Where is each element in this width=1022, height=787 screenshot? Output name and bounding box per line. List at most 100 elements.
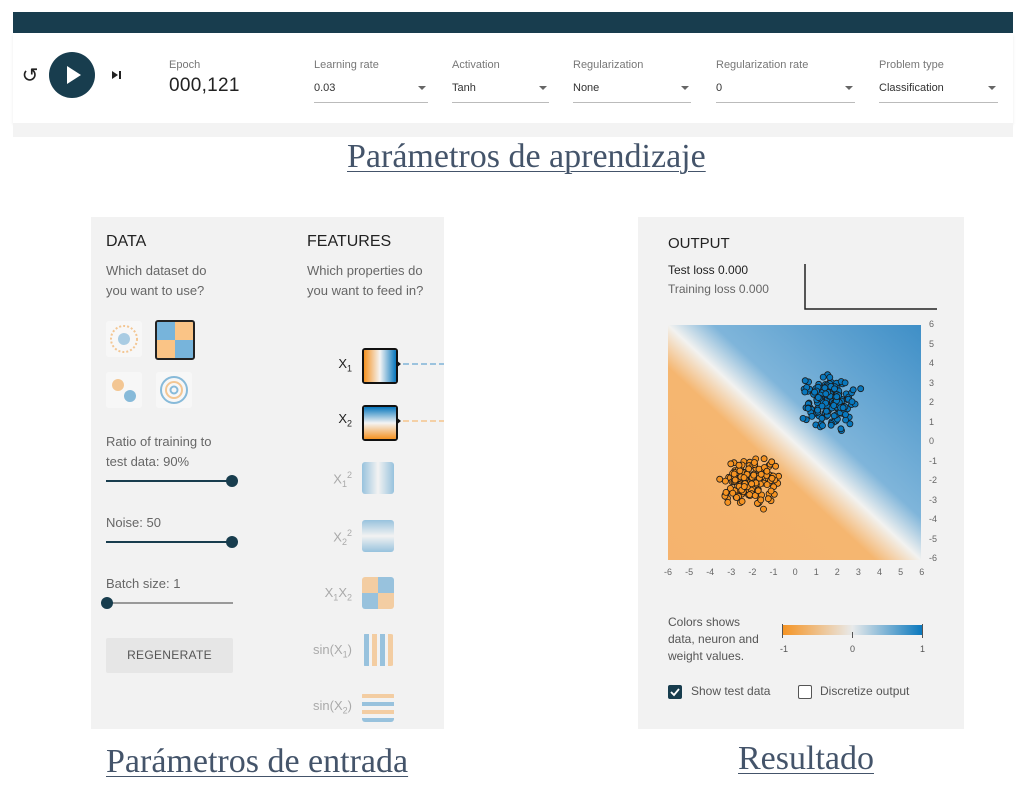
regenerate-button[interactable]: REGENERATE xyxy=(106,638,233,673)
feature-x1x2-node[interactable] xyxy=(362,577,394,609)
chevron-down-icon xyxy=(539,86,547,90)
show-test-data-label[interactable]: Show test data xyxy=(691,684,770,698)
x-tick-label: 6 xyxy=(919,567,925,577)
legend-max: 1 xyxy=(920,644,926,654)
feature-x1sq-sub: 1 xyxy=(341,478,347,489)
data-point xyxy=(799,415,807,422)
data-point xyxy=(768,474,776,482)
legend-min: -1 xyxy=(780,644,789,654)
data-point xyxy=(830,402,838,409)
data-point xyxy=(740,474,748,482)
x2-squared-heatmap-icon xyxy=(362,520,394,552)
regularization-rate-value: 0 xyxy=(716,82,723,94)
learning-rate-select[interactable]: 0.03 xyxy=(314,80,428,103)
features-title: FEATURES xyxy=(307,233,392,250)
controls-bar-shadow xyxy=(13,123,1013,137)
data-point xyxy=(831,385,838,393)
legend-text-line3: weight values. xyxy=(668,649,745,663)
features-question-line2: you want to feed in? xyxy=(307,283,424,298)
x1-heatmap-icon xyxy=(364,350,396,382)
dataset-spiral[interactable] xyxy=(156,372,192,408)
legend-text-line2: data, neuron and xyxy=(668,632,759,646)
feature-x2sq-sub: 2 xyxy=(341,536,347,547)
step-forward-button[interactable] xyxy=(108,66,126,84)
reset-icon[interactable]: ↺ xyxy=(20,64,40,86)
discretize-output-checkbox[interactable] xyxy=(798,685,812,699)
x-tick-label: -3 xyxy=(727,567,736,577)
feature-label-x1x2: X1X2 xyxy=(292,585,352,603)
x-tick-label: -6 xyxy=(664,567,673,577)
data-point xyxy=(811,388,819,396)
feature-x1sq-sup: 2 xyxy=(346,470,352,480)
data-point xyxy=(822,407,830,415)
noise-slider-track[interactable] xyxy=(106,541,233,543)
step-forward-icon xyxy=(112,71,121,79)
feature-x2-node[interactable] xyxy=(362,405,398,441)
y-tick-label: -4 xyxy=(929,514,938,524)
problem-type-value: Classification xyxy=(879,82,944,94)
ratio-slider-track[interactable] xyxy=(106,480,233,482)
y-tick-label: 2 xyxy=(929,397,935,407)
data-title: DATA xyxy=(106,233,147,250)
feature-sinx2-suffix: ) xyxy=(347,698,352,713)
data-point xyxy=(822,390,830,398)
data-point xyxy=(764,495,772,503)
checkmark-icon xyxy=(670,688,680,697)
problem-type-select[interactable]: Classification xyxy=(879,80,998,103)
x-tick-label: 1 xyxy=(813,567,819,577)
y-tick-label: 6 xyxy=(929,319,935,329)
data-point xyxy=(751,459,758,466)
show-test-data-checkbox[interactable] xyxy=(668,685,682,699)
y-tick-label: 0 xyxy=(929,436,935,446)
regularization-rate-select[interactable]: 0 xyxy=(716,80,855,103)
noise-slider-thumb[interactable] xyxy=(226,536,238,548)
feature-x2-sub: 2 xyxy=(346,418,352,429)
x1x2-heatmap-icon xyxy=(362,577,394,609)
caption-input-parameters: Parámetros de entrada xyxy=(106,743,409,780)
data-point xyxy=(757,496,765,504)
x2-heatmap-icon xyxy=(364,407,396,439)
caption-learning-parameters: Parámetros de aprendizaje xyxy=(347,138,706,175)
feature-x1-node[interactable] xyxy=(362,348,398,384)
batch-slider-thumb[interactable] xyxy=(101,597,113,609)
data-point xyxy=(841,379,849,387)
x-tick-label: -2 xyxy=(748,567,757,577)
feature-label-x2: X2 xyxy=(292,411,352,429)
play-icon xyxy=(67,66,81,84)
ratio-slider-thumb[interactable] xyxy=(226,475,238,487)
batch-slider-track[interactable] xyxy=(106,602,233,604)
dataset-circle[interactable] xyxy=(106,321,142,357)
data-point xyxy=(848,398,856,405)
data-point xyxy=(801,388,809,396)
caption-result: Resultado xyxy=(738,740,874,777)
data-point xyxy=(839,404,847,412)
feature-sin-x1-node[interactable] xyxy=(362,634,394,666)
feature-x2-squared-node[interactable] xyxy=(362,520,394,552)
data-point xyxy=(746,491,753,499)
data-point xyxy=(724,498,732,506)
xor-dataset-icon xyxy=(157,322,193,358)
feature-x2-text: X xyxy=(338,411,347,426)
dataset-gaussian[interactable] xyxy=(106,372,142,408)
dataset-xor[interactable] xyxy=(155,320,195,360)
data-point xyxy=(819,373,827,381)
feature-sin-x2-node[interactable] xyxy=(362,692,394,722)
ratio-label-line1: Ratio of training to xyxy=(106,434,212,449)
x-tick-label: 3 xyxy=(855,567,861,577)
activation-select[interactable]: Tanh xyxy=(452,80,549,103)
discretize-output-label[interactable]: Discretize output xyxy=(820,684,909,698)
data-point xyxy=(808,413,816,420)
y-tick-label: 4 xyxy=(929,358,935,368)
play-button[interactable] xyxy=(49,52,95,98)
x-tick-label: -4 xyxy=(706,567,715,577)
x-tick-label: 5 xyxy=(898,567,904,577)
gaussian-dataset-icon xyxy=(112,379,136,402)
x-tick-label: 0 xyxy=(792,567,798,577)
feature-x2sq-sup: 2 xyxy=(346,528,352,538)
regularization-select[interactable]: None xyxy=(573,80,691,103)
feature-x1-squared-node[interactable] xyxy=(362,462,394,494)
ratio-label-line2: test data: 90% xyxy=(106,454,190,469)
feature-label-x1: X1 xyxy=(292,356,352,374)
learning-rate-label: Learning rate xyxy=(314,59,379,71)
data-point xyxy=(763,467,771,475)
